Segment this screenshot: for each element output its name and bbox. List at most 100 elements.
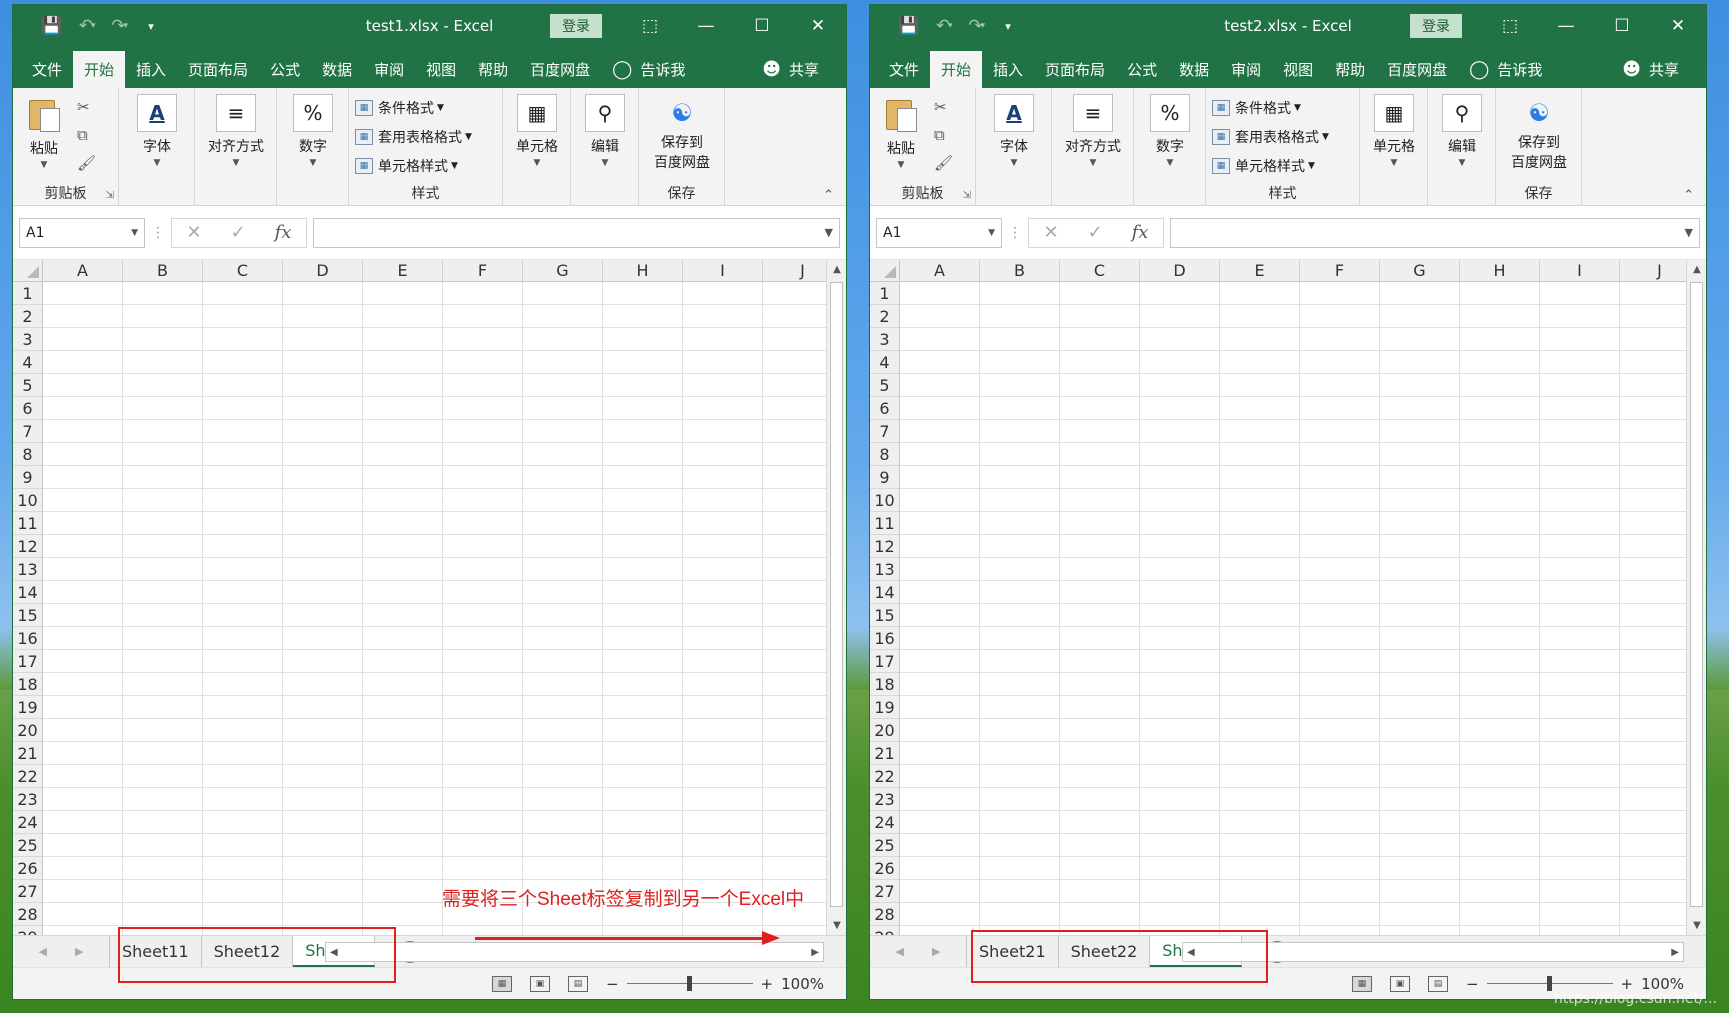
- zoom-slider[interactable]: [626, 976, 753, 991]
- tab-3[interactable]: 页面布局: [177, 51, 259, 88]
- normal-view-icon[interactable]: ▦: [491, 975, 512, 992]
- cell-area[interactable]: [43, 282, 826, 935]
- column-header[interactable]: B: [980, 260, 1060, 282]
- column-header[interactable]: C: [203, 260, 283, 282]
- collapse-ribbon-icon[interactable]: ⌃: [823, 188, 834, 203]
- maximize-icon[interactable]: ☐: [734, 5, 790, 47]
- enter-icon[interactable]: ✓: [1088, 222, 1103, 243]
- column-header[interactable]: A: [900, 260, 980, 282]
- edit-button[interactable]: ⚲ 编辑 ▼: [577, 94, 633, 168]
- column-header[interactable]: A: [43, 260, 123, 282]
- close-icon[interactable]: ✕: [1650, 5, 1706, 47]
- zoom-level[interactable]: 100%: [1641, 975, 1684, 993]
- login-button[interactable]: 登录: [1410, 14, 1462, 38]
- share-button[interactable]: ☻ 共享: [1611, 51, 1690, 88]
- conditional-format-button[interactable]: ▦ 条件格式 ▼: [355, 96, 496, 120]
- row-header[interactable]: 15: [13, 604, 43, 627]
- next-sheet-icon[interactable]: ▶: [75, 945, 83, 958]
- redo-icon[interactable]: ↷: [102, 11, 136, 41]
- row-header[interactable]: 7: [13, 420, 43, 443]
- cells-button[interactable]: ▦ 单元格 ▼: [509, 94, 565, 168]
- select-all-corner[interactable]: [870, 260, 900, 282]
- row-header[interactable]: 4: [870, 351, 900, 374]
- row-header[interactable]: 23: [13, 788, 43, 811]
- format-painter-icon[interactable]: 🖌: [934, 152, 953, 174]
- chevron-down-icon[interactable]: ▼: [1685, 226, 1693, 239]
- scroll-down-icon[interactable]: ▼: [1687, 920, 1706, 931]
- row-header[interactable]: 5: [870, 374, 900, 397]
- row-header[interactable]: 2: [13, 305, 43, 328]
- row-header[interactable]: 26: [13, 857, 43, 880]
- align-button[interactable]: ≡ 对齐方式 ▼: [1058, 94, 1128, 168]
- tab-2[interactable]: 插入: [125, 51, 177, 88]
- title-bar[interactable]: 💾 ↶ ▾ ↷ ▾ ▾ test1.xlsx - Excel 登录 ⬚ — ☐ …: [13, 5, 846, 47]
- font-button[interactable]: A 字体 ▼: [125, 94, 189, 168]
- column-header[interactable]: I: [683, 260, 763, 282]
- cut-icon[interactable]: ✂: [77, 96, 96, 118]
- row-header[interactable]: 28: [13, 903, 43, 926]
- row-header[interactable]: 2: [870, 305, 900, 328]
- edit-button[interactable]: ⚲ 编辑 ▼: [1434, 94, 1490, 168]
- page-layout-view-icon[interactable]: ▣: [529, 975, 550, 992]
- row-header[interactable]: 24: [13, 811, 43, 834]
- dialog-launcher-icon[interactable]: ⇲: [106, 190, 114, 201]
- maximize-icon[interactable]: ☐: [1594, 5, 1650, 47]
- tab-tell-me[interactable]: ◯ 告诉我: [1458, 51, 1553, 88]
- row-header[interactable]: 18: [870, 673, 900, 696]
- number-button[interactable]: % 数字 ▼: [1140, 94, 1200, 168]
- row-header[interactable]: 16: [870, 627, 900, 650]
- undo-dropdown-icon[interactable]: ▾: [91, 21, 96, 31]
- tab-8[interactable]: 帮助: [1324, 51, 1376, 88]
- scroll-thumb[interactable]: [1690, 282, 1703, 907]
- customize-qat-icon[interactable]: ▾: [991, 11, 1025, 41]
- copy-icon[interactable]: ⧉: [77, 124, 96, 146]
- row-header[interactable]: 20: [870, 719, 900, 742]
- zoom-in-icon[interactable]: +: [1621, 975, 1634, 993]
- row-header[interactable]: 3: [870, 328, 900, 351]
- row-header[interactable]: 7: [870, 420, 900, 443]
- cell-style-button[interactable]: ▦ 单元格样式 ▼: [355, 154, 496, 178]
- format-painter-icon[interactable]: 🖌: [77, 152, 96, 174]
- tab-7[interactable]: 视图: [1272, 51, 1324, 88]
- undo-dropdown-icon[interactable]: ▾: [948, 21, 953, 31]
- table-format-button[interactable]: ▦ 套用表格格式 ▼: [1212, 125, 1353, 149]
- column-header[interactable]: C: [1060, 260, 1140, 282]
- row-header[interactable]: 13: [870, 558, 900, 581]
- login-button[interactable]: 登录: [550, 14, 602, 38]
- page-layout-view-icon[interactable]: ▣: [1389, 975, 1410, 992]
- row-header[interactable]: 12: [870, 535, 900, 558]
- tab-1[interactable]: 开始: [930, 51, 983, 88]
- column-header[interactable]: D: [283, 260, 363, 282]
- tab-6[interactable]: 审阅: [363, 51, 415, 88]
- title-bar[interactable]: 💾 ↶ ▾ ↷ ▾ ▾ test2.xlsx - Excel 登录 ⬚ — ☐ …: [870, 5, 1706, 47]
- tab-4[interactable]: 公式: [259, 51, 311, 88]
- save-icon[interactable]: 💾: [35, 11, 69, 41]
- redo-dropdown-icon[interactable]: ▾: [981, 21, 986, 31]
- row-header[interactable]: 25: [870, 834, 900, 857]
- row-header[interactable]: 27: [870, 880, 900, 903]
- name-box[interactable]: A1 ▼: [19, 217, 145, 248]
- cell-area[interactable]: [900, 282, 1686, 935]
- horizontal-scrollbar[interactable]: ◀ ▶: [325, 942, 824, 962]
- row-header[interactable]: 25: [13, 834, 43, 857]
- worksheet-grid[interactable]: A B C D E F G H I J 1 2 3 4 5 6 7 8 9 10 11 12 13 14 15 16 17 18 19 2…: [870, 260, 1706, 935]
- scroll-right-icon[interactable]: ▶: [1671, 947, 1679, 958]
- tab-9[interactable]: 百度网盘: [1376, 51, 1458, 88]
- tab-tell-me[interactable]: ◯ 告诉我: [601, 51, 696, 88]
- column-header[interactable]: H: [1460, 260, 1540, 282]
- column-header[interactable]: B: [123, 260, 203, 282]
- formula-bar-splitter[interactable]: ⋮: [1008, 225, 1022, 241]
- column-header[interactable]: E: [1220, 260, 1300, 282]
- scroll-right-icon[interactable]: ▶: [811, 947, 819, 958]
- tab-5[interactable]: 数据: [311, 51, 363, 88]
- row-header[interactable]: 17: [13, 650, 43, 673]
- page-break-view-icon[interactable]: ▤: [1427, 975, 1448, 992]
- collapse-ribbon-icon[interactable]: ⌃: [1683, 188, 1694, 203]
- vertical-scrollbar[interactable]: ▲ ▼: [1686, 260, 1706, 935]
- number-button[interactable]: % 数字 ▼: [283, 94, 343, 168]
- normal-view-icon[interactable]: ▦: [1351, 975, 1372, 992]
- row-header[interactable]: 15: [870, 604, 900, 627]
- row-header[interactable]: 12: [13, 535, 43, 558]
- row-header[interactable]: 22: [13, 765, 43, 788]
- conditional-format-button[interactable]: ▦ 条件格式 ▼: [1212, 96, 1353, 120]
